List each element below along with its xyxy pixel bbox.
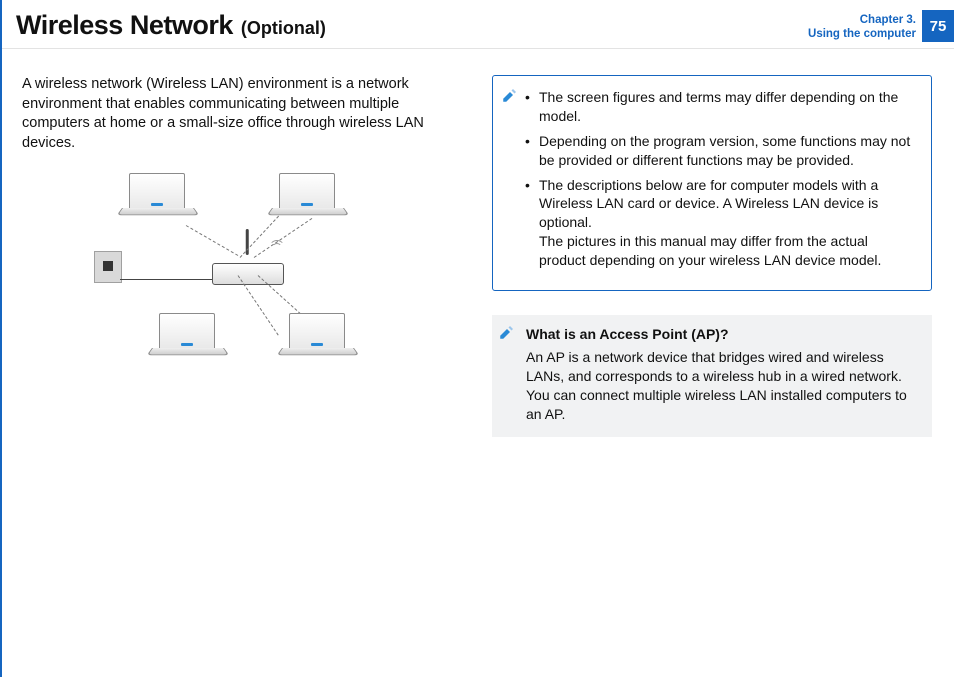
note-box: The screen figures and terms may differ … [492,75,932,291]
page-number-badge: 75 [922,10,954,42]
header-right: Chapter 3. Using the computer 75 [808,10,954,42]
note-text: The descriptions below are for computer … [539,177,878,231]
chapter-line1: Chapter 3. [808,14,916,28]
note-text: Depending on the program version, some f… [539,133,910,168]
page-title: Wireless Network [16,10,233,41]
laptop-icon [122,173,192,219]
info-box: What is an Access Point (AP)? An AP is a… [492,315,932,437]
intro-paragraph: A wireless network (Wireless LAN) enviro… [22,75,462,153]
note-subtext: The pictures in this manual may differ f… [539,232,917,270]
note-pencil-icon [498,323,516,341]
chapter-line2: Using the computer [808,28,916,42]
page-subtitle: (Optional) [241,18,326,39]
left-column: A wireless network (Wireless LAN) enviro… [22,75,462,437]
note-item: Depending on the program version, some f… [525,132,917,170]
page-body: A wireless network (Wireless LAN) enviro… [2,49,954,437]
note-text: The screen figures and terms may differ … [539,89,898,124]
note-list: The screen figures and terms may differ … [525,88,917,270]
network-diagram [82,173,402,373]
chapter-label: Chapter 3. Using the computer [808,10,922,42]
note-item: The descriptions below are for computer … [525,176,917,270]
title-block: Wireless Network (Optional) [16,10,326,41]
page-header: Wireless Network (Optional) Chapter 3. U… [2,0,954,42]
access-point-icon [212,251,282,285]
note-item: The screen figures and terms may differ … [525,88,917,126]
right-column: The screen figures and terms may differ … [492,75,932,437]
laptop-icon [152,313,222,359]
wall-jack-icon [94,251,122,283]
laptop-icon [282,313,352,359]
laptop-icon [272,173,342,219]
note-pencil-icon [501,86,519,104]
page-number: 75 [930,18,947,35]
info-body: An AP is a network device that bridges w… [526,348,918,424]
manual-page: Wireless Network (Optional) Chapter 3. U… [0,0,954,677]
info-title: What is an Access Point (AP)? [526,325,918,344]
ethernet-cable [120,279,214,280]
